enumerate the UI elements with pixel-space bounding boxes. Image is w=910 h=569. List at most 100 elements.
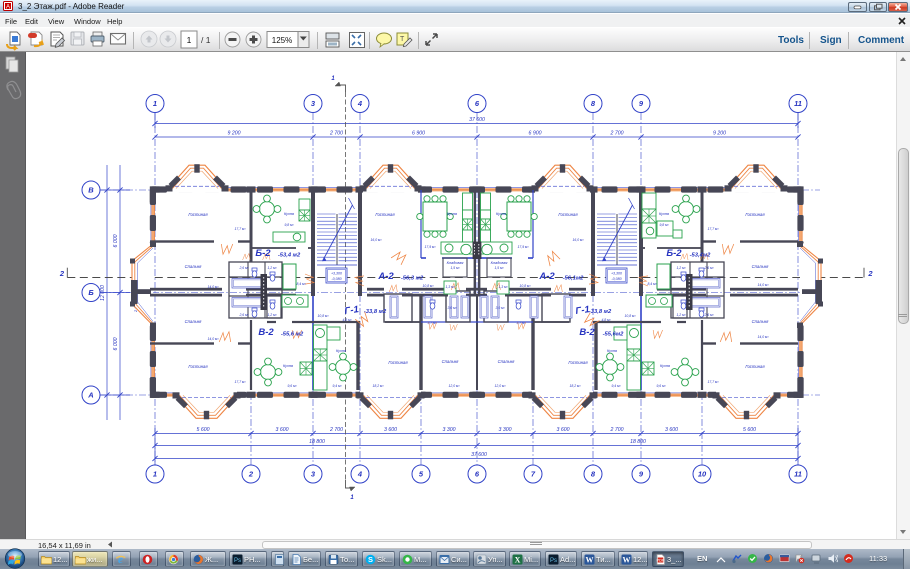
- svg-text:Кухня: Кухня: [660, 364, 670, 368]
- svg-text:17,7 м²: 17,7 м²: [235, 380, 247, 384]
- svg-text:В-2: В-2: [579, 327, 595, 338]
- svg-text:Спальня: Спальня: [498, 359, 515, 364]
- svg-text:17,7 м²: 17,7 м²: [708, 227, 720, 231]
- svg-text:4: 4: [357, 470, 363, 479]
- svg-text:14,0 м²: 14,0 м²: [758, 335, 770, 339]
- svg-text:Кладовая: Кладовая: [491, 261, 508, 265]
- svg-text:e: e: [118, 554, 123, 565]
- svg-text:6 900: 6 900: [412, 130, 425, 136]
- svg-text:Спальня: Спальня: [442, 359, 459, 364]
- svg-text:A: A: [6, 5, 10, 11]
- svg-text:2,6 м²: 2,6 м²: [703, 266, 714, 270]
- svg-text:3 600: 3 600: [557, 427, 570, 433]
- svg-text:2: 2: [867, 269, 873, 278]
- svg-text:-0,080: -0,080: [331, 277, 341, 281]
- svg-text:T: T: [400, 36, 405, 43]
- svg-text:Б-2: Б-2: [255, 248, 271, 259]
- svg-text:1,2 м²: 1,2 м²: [676, 313, 686, 317]
- svg-text:3 600: 3 600: [665, 427, 678, 433]
- svg-text:2 700: 2 700: [610, 130, 624, 136]
- svg-text:3 300: 3 300: [499, 427, 512, 433]
- svg-text:9,8 м²: 9,8 м²: [659, 223, 669, 227]
- svg-text:3,7 м²: 3,7 м²: [516, 321, 526, 325]
- svg-text:14,0 м²: 14,0 м²: [208, 337, 220, 341]
- svg-text:1,3 м²: 1,3 м²: [445, 285, 455, 289]
- svg-text:S: S: [368, 555, 373, 564]
- svg-text:Кухня: Кухня: [607, 349, 617, 353]
- svg-text:10: 10: [698, 470, 707, 479]
- svg-text:9,6 м²: 9,6 м²: [656, 384, 666, 388]
- svg-text:6 000: 6 000: [113, 337, 119, 350]
- svg-text:3 300: 3 300: [443, 427, 456, 433]
- svg-text:10,8 м²: 10,8 м²: [625, 314, 637, 318]
- svg-text:В-2: В-2: [258, 327, 274, 338]
- svg-text:+3,300: +3,300: [331, 272, 342, 276]
- svg-text:37 600: 37 600: [469, 117, 485, 123]
- svg-text:1: 1: [350, 495, 354, 501]
- svg-text:6 000: 6 000: [113, 234, 119, 247]
- svg-text:12,0 м²: 12,0 м²: [449, 384, 461, 388]
- svg-text:Кухня: Кухня: [283, 364, 293, 368]
- svg-text:А-2: А-2: [377, 271, 394, 282]
- svg-text:-33,8 м2: -33,8 м2: [364, 309, 387, 315]
- svg-text:1,3 м²: 1,3 м²: [498, 285, 508, 289]
- svg-text:W: W: [586, 556, 594, 565]
- svg-text:2,6 м²: 2,6 м²: [703, 313, 714, 317]
- svg-text:1,5 м²: 1,5 м²: [494, 266, 504, 270]
- svg-text:16,0 м²: 16,0 м²: [371, 238, 383, 242]
- svg-text:Кухня: Кухня: [284, 212, 294, 216]
- svg-text:Б: Б: [88, 288, 94, 297]
- svg-text:Спальня: Спальня: [752, 319, 769, 324]
- svg-text:В: В: [88, 186, 94, 195]
- svg-text:1: 1: [153, 470, 157, 479]
- svg-text:1: 1: [187, 35, 192, 45]
- svg-text:8,4 м²: 8,4 м²: [296, 282, 306, 286]
- svg-text:X: X: [515, 556, 521, 565]
- svg-text:Гостиная: Гостиная: [188, 364, 208, 369]
- svg-text:9,4 м²: 9,4 м²: [611, 384, 621, 388]
- svg-text:37 600: 37 600: [471, 452, 487, 458]
- svg-text:Гостиная: Гостиная: [375, 212, 395, 217]
- svg-text:Кухня: Кухня: [496, 212, 506, 216]
- svg-text:2 700: 2 700: [610, 427, 624, 433]
- svg-text:А: А: [87, 391, 93, 400]
- svg-text:12,0 м²: 12,0 м²: [495, 384, 507, 388]
- svg-text:9,8 м²: 9,8 м²: [284, 223, 294, 227]
- svg-text:12 000: 12 000: [100, 285, 106, 301]
- svg-text:Кладовая: Кладовая: [447, 261, 464, 265]
- svg-text:4,8 м²: 4,8 м²: [342, 318, 352, 322]
- svg-text:-56,3 м2: -56,3 м2: [401, 276, 424, 282]
- svg-text:125%: 125%: [272, 36, 292, 45]
- svg-text:Кухня: Кухня: [336, 349, 346, 353]
- svg-text:-33,8 м2: -33,8 м2: [589, 309, 612, 315]
- svg-text:17,9 м²: 17,9 м²: [425, 245, 437, 249]
- svg-text:2 700: 2 700: [329, 427, 343, 433]
- svg-text:2,6 м²: 2,6 м²: [238, 266, 249, 270]
- svg-text:Кухня: Кухня: [659, 212, 669, 216]
- svg-text:2 700: 2 700: [329, 130, 343, 136]
- svg-text:1: 1: [153, 99, 157, 108]
- svg-text:-53,4 м2: -53,4 м2: [278, 253, 301, 259]
- svg-text:Ps: Ps: [550, 558, 557, 564]
- svg-text:9,6 м²: 9,6 м²: [287, 384, 297, 388]
- svg-text:10,8 м²: 10,8 м²: [318, 314, 330, 318]
- svg-text:-55,6м2: -55,6м2: [603, 332, 625, 338]
- svg-text:16,0 м²: 16,0 м²: [573, 238, 585, 242]
- svg-text:Г-1: Г-1: [344, 304, 360, 317]
- svg-text:-53,4м2: -53,4м2: [690, 253, 712, 259]
- svg-text:2,6 м²: 2,6 м²: [238, 313, 249, 317]
- svg-text:5 600: 5 600: [197, 427, 210, 433]
- svg-text:1,5 м²: 1,5 м²: [450, 266, 460, 270]
- svg-text:18 800: 18 800: [630, 439, 646, 445]
- svg-text:Спальня: Спальня: [185, 319, 202, 324]
- svg-text:Гостиная: Гостиная: [568, 360, 588, 365]
- svg-text:-56,1м2: -56,1м2: [563, 276, 585, 282]
- svg-text:1: 1: [331, 76, 335, 82]
- svg-text:1,2 м²: 1,2 м²: [267, 266, 277, 270]
- svg-text:3,0 м²: 3,0 м²: [447, 306, 457, 310]
- svg-text:11: 11: [794, 470, 802, 479]
- svg-text:17,9 м²: 17,9 м²: [518, 245, 530, 249]
- svg-text:3,7 м²: 3,7 м²: [427, 321, 437, 325]
- svg-text:Гостиная: Гостиная: [745, 364, 765, 369]
- svg-text:17,7 м²: 17,7 м²: [235, 227, 247, 231]
